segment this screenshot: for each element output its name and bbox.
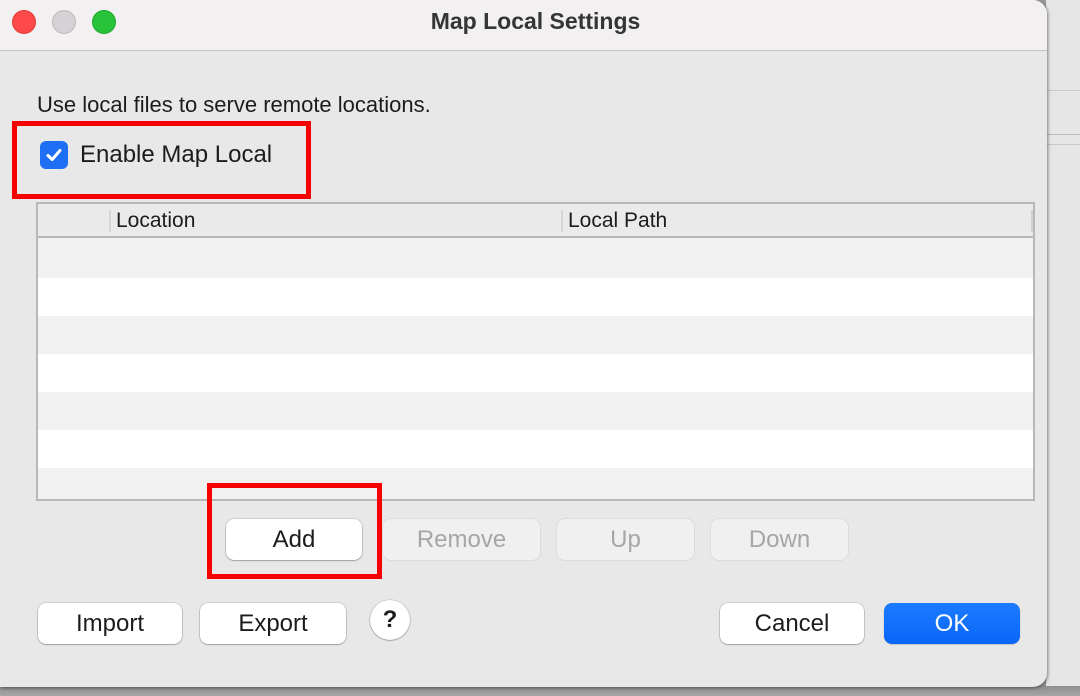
remove-button[interactable]: Remove <box>383 519 540 560</box>
ok-button[interactable]: OK <box>884 603 1020 644</box>
empty-table-row <box>38 468 1033 499</box>
column-header-local-path[interactable]: Local Path <box>568 209 667 233</box>
background-window <box>1046 0 1080 696</box>
move-up-button[interactable]: Up <box>557 519 694 560</box>
table-body[interactable] <box>38 240 1033 499</box>
annotation-highlight-add <box>207 483 382 579</box>
empty-table-row <box>38 392 1033 430</box>
background-divider <box>1046 144 1080 145</box>
map-local-settings-dialog: Map Local Settings Use local files to se… <box>0 0 1047 687</box>
table-header: Location Local Path <box>38 204 1033 238</box>
move-down-button[interactable]: Down <box>711 519 848 560</box>
window-title: Map Local Settings <box>430 8 641 34</box>
empty-table-row <box>38 240 1033 278</box>
column-separator <box>1031 210 1033 232</box>
column-separator[interactable] <box>109 210 111 232</box>
empty-table-row <box>38 430 1033 468</box>
background-divider <box>1046 134 1080 135</box>
column-header-location[interactable]: Location <box>116 209 195 233</box>
help-button[interactable]: ? <box>370 600 410 640</box>
empty-table-row <box>38 316 1033 354</box>
cancel-button[interactable]: Cancel <box>720 603 864 644</box>
background-shadow <box>0 686 1080 696</box>
empty-table-row <box>38 354 1033 392</box>
title-bar: Map Local Settings <box>0 0 1047 51</box>
empty-table-row <box>38 278 1033 316</box>
annotation-highlight-checkbox <box>12 121 311 199</box>
mappings-table[interactable]: Location Local Path <box>36 202 1035 501</box>
background-divider <box>1046 90 1080 91</box>
import-button[interactable]: Import <box>38 603 182 644</box>
description-text: Use local files to serve remote location… <box>37 92 431 117</box>
column-separator[interactable] <box>561 210 563 232</box>
export-button[interactable]: Export <box>200 603 346 644</box>
